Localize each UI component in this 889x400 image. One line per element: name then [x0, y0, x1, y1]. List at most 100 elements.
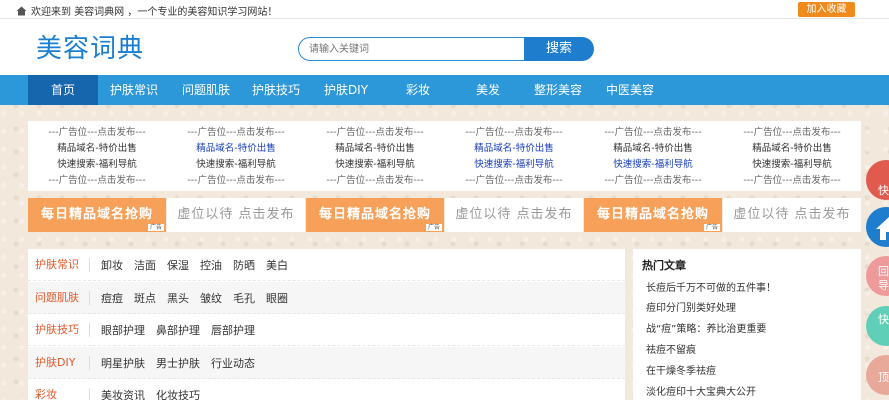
nav-item-chinese-medicine[interactable]: 中医美容: [596, 75, 664, 105]
add-favorite-button[interactable]: 加入收藏: [798, 2, 855, 17]
float-home-button[interactable]: [866, 207, 889, 247]
category-link[interactable]: 明星护肤: [101, 355, 145, 371]
ad-badge: 广告: [425, 224, 442, 231]
ad-link-domain[interactable]: 精品域名-特价出售: [445, 141, 583, 157]
hot-articles-title: 热门文章: [642, 259, 686, 272]
ad-banner-domain[interactable]: 每日精品域名抢购 广告: [584, 198, 722, 232]
hot-article-link[interactable]: 战“痘”策略：养比治更重要: [646, 320, 766, 335]
category-link[interactable]: 唇部护理: [211, 322, 255, 338]
ad-link-search[interactable]: 快速搜索-福利导航: [306, 157, 444, 173]
hot-articles-panel: 热门文章 长痘后千万不可做的五件事！ 痘印分门别类好处理 战“痘”策略：养比治更…: [633, 249, 861, 400]
search-button[interactable]: 搜索: [524, 37, 594, 61]
category-link[interactable]: 毛孔: [233, 290, 255, 306]
category-link[interactable]: 行业动态: [211, 355, 255, 371]
category-link[interactable]: 鼻部护理: [156, 322, 200, 338]
category-link[interactable]: 控油: [200, 257, 222, 273]
category-link[interactable]: 化妆技巧: [156, 387, 200, 400]
float-quick-button[interactable]: 快: [866, 160, 889, 200]
hot-article-link[interactable]: 长痘后千万不可做的五件事！: [646, 279, 776, 294]
ad-link-search[interactable]: 快速搜索-福利导航: [723, 157, 861, 173]
main-nav: 首页 护肤常识 问题肌肤 护肤技巧 护肤DIY 彩妆 美发 整形美容 中医美容: [0, 75, 889, 105]
ad-dash[interactable]: ---广告位---点击发布---: [28, 173, 166, 189]
category-title[interactable]: 护肤常识: [28, 257, 90, 272]
nav-item-makeup[interactable]: 彩妆: [384, 75, 452, 105]
nav-item-hair[interactable]: 美发: [454, 75, 522, 105]
category-row: 护肤技巧 眼部护理 鼻部护理 唇部护理: [28, 314, 625, 346]
nav-item-skincare-tips[interactable]: 护肤技巧: [242, 75, 310, 105]
search-input[interactable]: [298, 37, 526, 61]
float-top-button[interactable]: 顶: [866, 355, 889, 395]
ad-column: ---广告位---点击发布--- 精品域名-特价出售 快速搜索-福利导航 ---…: [445, 125, 583, 189]
ad-links-panel: ---广告位---点击发布--- 精品域名-特价出售 快速搜索-福利导航 ---…: [28, 121, 861, 191]
category-title[interactable]: 彩妆: [28, 387, 90, 400]
banner-text: 每日精品域名抢购: [318, 207, 431, 222]
ad-link-domain[interactable]: 精品域名-特价出售: [306, 141, 444, 157]
category-link[interactable]: 男士护肤: [156, 355, 200, 371]
ad-banner-domain[interactable]: 每日精品域名抢购 广告: [28, 198, 166, 232]
ad-link-search[interactable]: 快速搜索-福利导航: [445, 157, 583, 173]
category-row: 护肤DIY 明星护肤 男士护肤 行业动态: [28, 347, 625, 379]
category-link[interactable]: 痘痘: [101, 290, 123, 306]
ad-dash[interactable]: ---广告位---点击发布---: [723, 125, 861, 141]
nav-item-skincare-diy[interactable]: 护肤DIY: [312, 75, 380, 105]
ad-link-search[interactable]: 快速搜索-福利导航: [28, 157, 166, 173]
ad-dash[interactable]: ---广告位---点击发布---: [306, 173, 444, 189]
category-title[interactable]: 问题肌肤: [28, 290, 90, 305]
ad-banner-vacant[interactable]: 虚位以待 点击发布: [167, 198, 305, 232]
category-link[interactable]: 眼圈: [266, 290, 288, 306]
ad-banner-vacant[interactable]: 虚位以待 点击发布: [445, 198, 583, 232]
category-link[interactable]: 皱纹: [200, 290, 222, 306]
category-link[interactable]: 洁面: [134, 257, 156, 273]
ad-banner-domain[interactable]: 每日精品域名抢购 广告: [306, 198, 444, 232]
ad-banner-vacant[interactable]: 虚位以待 点击发布: [723, 198, 861, 232]
hot-article-link[interactable]: 在干燥冬季祛痘: [646, 362, 716, 377]
ad-badge: 广告: [703, 224, 720, 231]
hot-article-link[interactable]: 淡化痘印十大宝典大公开: [646, 383, 756, 398]
welcome-text: 欢迎来到 美容词典网 ，一个专业的美容知识学习网站！: [31, 7, 278, 18]
category-link[interactable]: 卸妆: [101, 257, 123, 273]
category-row: 问题肌肤 痘痘 斑点 黑头 皱纹 毛孔 眼圈: [28, 282, 625, 314]
ad-link-domain[interactable]: 精品域名-特价出售: [167, 141, 305, 157]
ad-dash[interactable]: ---广告位---点击发布---: [723, 173, 861, 189]
home-icon: [876, 217, 889, 240]
hot-article-link[interactable]: 祛痘不留痕: [646, 341, 696, 356]
category-link[interactable]: 保湿: [167, 257, 189, 273]
ad-link-domain[interactable]: 精品域名-特价出售: [723, 141, 861, 157]
category-link[interactable]: 美白: [266, 257, 288, 273]
nav-item-cosmetic-surgery[interactable]: 整形美容: [524, 75, 592, 105]
ad-badge: 广告: [147, 224, 164, 231]
ad-dash[interactable]: ---广告位---点击发布---: [584, 125, 722, 141]
category-link[interactable]: 斑点: [134, 290, 156, 306]
category-title[interactable]: 护肤技巧: [28, 322, 90, 337]
banner-text: 每日精品域名抢购: [40, 207, 153, 222]
ad-dash[interactable]: ---广告位---点击发布---: [167, 173, 305, 189]
category-link[interactable]: 防晒: [233, 257, 255, 273]
ad-column: ---广告位---点击发布--- 精品域名-特价出售 快速搜索-福利导航 ---…: [306, 125, 444, 189]
ad-link-domain[interactable]: 精品域名-特价出售: [584, 141, 722, 157]
ad-link-domain[interactable]: 精品域名-特价出售: [28, 141, 166, 157]
ad-dash[interactable]: ---广告位---点击发布---: [306, 125, 444, 141]
ad-dash[interactable]: ---广告位---点击发布---: [445, 125, 583, 141]
float-quick2-button[interactable]: 快: [866, 306, 889, 346]
nav-item-home[interactable]: 首页: [28, 75, 98, 105]
ad-dash[interactable]: ---广告位---点击发布---: [28, 125, 166, 141]
home-icon: [16, 6, 27, 15]
ad-link-search[interactable]: 快速搜索-福利导航: [167, 157, 305, 173]
category-link[interactable]: 眼部护理: [101, 322, 145, 338]
site-logo[interactable]: 美容词典: [36, 28, 144, 65]
banner-text: 每日精品域名抢购: [596, 207, 709, 222]
category-link[interactable]: 美妆资讯: [101, 387, 145, 400]
header: 美容词典 搜索: [0, 19, 889, 75]
category-link[interactable]: 黑头: [167, 290, 189, 306]
ad-column: ---广告位---点击发布--- 精品域名-特价出售 快速搜索-福利导航 ---…: [28, 125, 166, 189]
nav-item-skincare-basics[interactable]: 护肤常识: [100, 75, 168, 105]
ad-dash[interactable]: ---广告位---点击发布---: [445, 173, 583, 189]
category-title[interactable]: 护肤DIY: [28, 355, 90, 370]
ad-dash[interactable]: ---广告位---点击发布---: [167, 125, 305, 141]
float-nav-button[interactable]: 回 导: [866, 256, 889, 296]
nav-item-problem-skin[interactable]: 问题肌肤: [172, 75, 240, 105]
hot-article-link[interactable]: 痘印分门别类好处理: [646, 299, 736, 314]
ad-dash[interactable]: ---广告位---点击发布---: [584, 173, 722, 189]
ad-column: ---广告位---点击发布--- 精品域名-特价出售 快速搜索-福利导航 ---…: [584, 125, 722, 189]
ad-link-search[interactable]: 快速搜索-福利导航: [584, 157, 722, 173]
